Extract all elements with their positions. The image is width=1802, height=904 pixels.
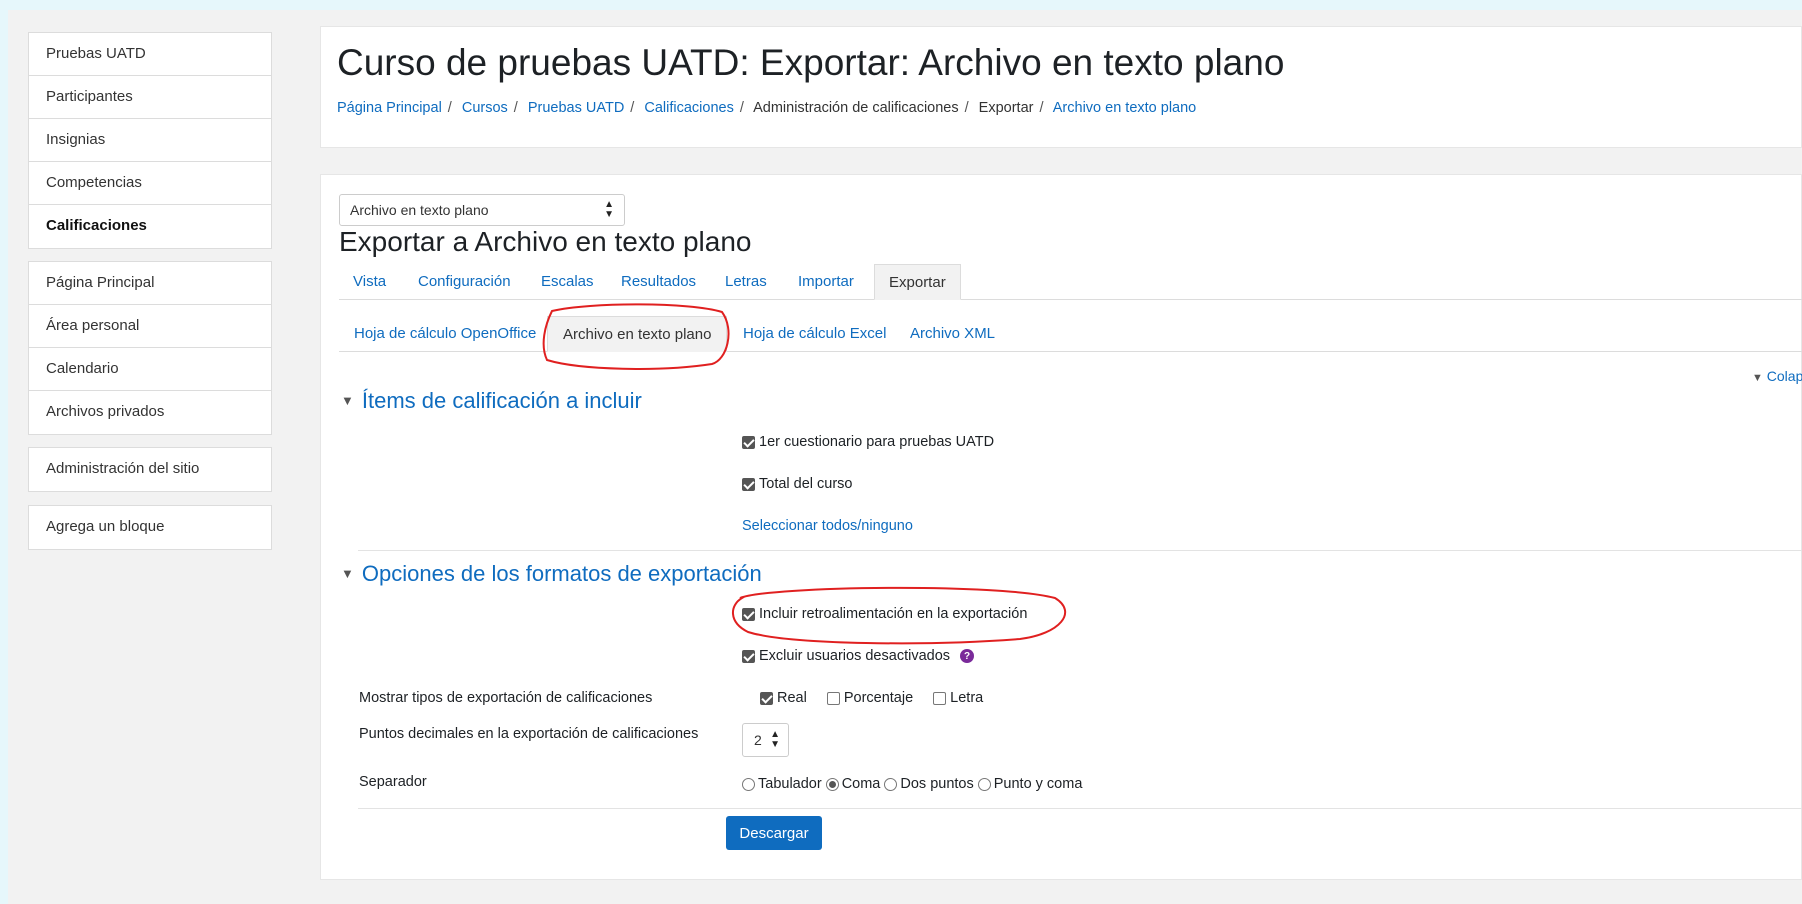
annotation-circle-include-feedback: [732, 586, 1067, 645]
annotation-circle-plaintext-tab: [542, 303, 730, 370]
annotation-overlay: [542, 303, 1067, 645]
